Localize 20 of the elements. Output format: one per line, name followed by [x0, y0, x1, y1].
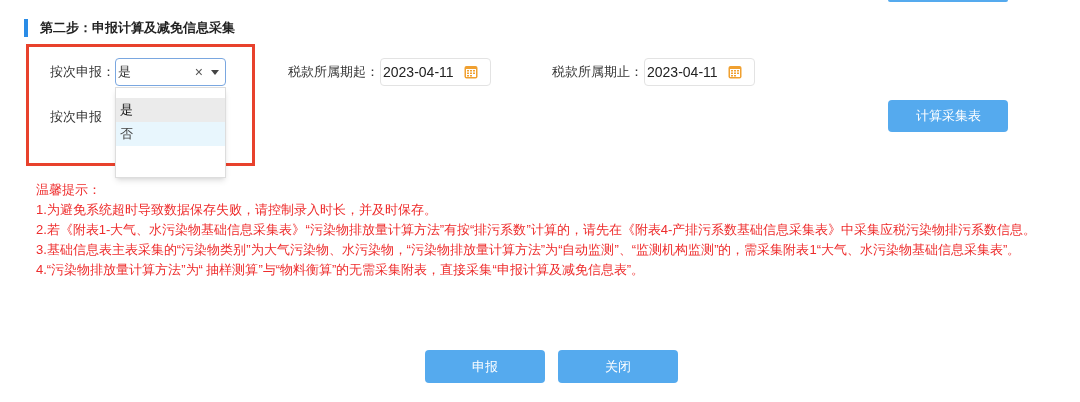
calendar-icon[interactable] [728, 65, 742, 79]
title-marker [24, 18, 28, 37]
date-field[interactable]: 2023-04-11 [380, 58, 491, 86]
dropdown-option[interactable]: 是 [116, 98, 225, 122]
tip-text: 2.若《附表1-大气、水污染物基础信息采集表》“污染物排放量计算方法”有按“排污系数”计算的，请先在《附表4-产排污系数基础信息采集表》中采集应税污染物排污系数信息。 [35, 221, 1038, 239]
calendar-icon[interactable] [464, 65, 478, 79]
field-label: 按次申报： [50, 63, 115, 82]
field-label: 税款所属期止： [552, 63, 644, 82]
select-field[interactable]: 是 × [115, 58, 226, 86]
date-field[interactable]: 2023-04-11 [644, 58, 755, 86]
dropdown-option[interactable]: 否 [116, 122, 225, 146]
field-label: 按次申报 [50, 108, 102, 126]
tip-text: 1.为避免系统超时导致数据保存失败，请控制录入时长，并及时保存。 [35, 201, 438, 219]
field-label: 税款所属期起： [288, 63, 380, 82]
tips-title: 温馨提示： [35, 181, 102, 199]
tip-text: 4.“污染物排放量计算方法”为“ 抽样测算”与“物料衡算”的无需采集附表，直接采集“申报计算及减免信息表”。 [35, 261, 646, 279]
section-title: 第二步：申报计算及减免信息采集 [40, 19, 235, 37]
clear-button[interactable]: × [194, 61, 203, 83]
tip-text: 3.基础信息表主表采集的“污染物类别”为大气污染物、水污染物，“污染物排放量计算方法”为“自动监测”、“监测机构监测”的，需采集附表1“大气、水污染物基础信息采集表”。 [35, 241, 1022, 259]
caret-icon[interactable] [211, 69, 219, 75]
